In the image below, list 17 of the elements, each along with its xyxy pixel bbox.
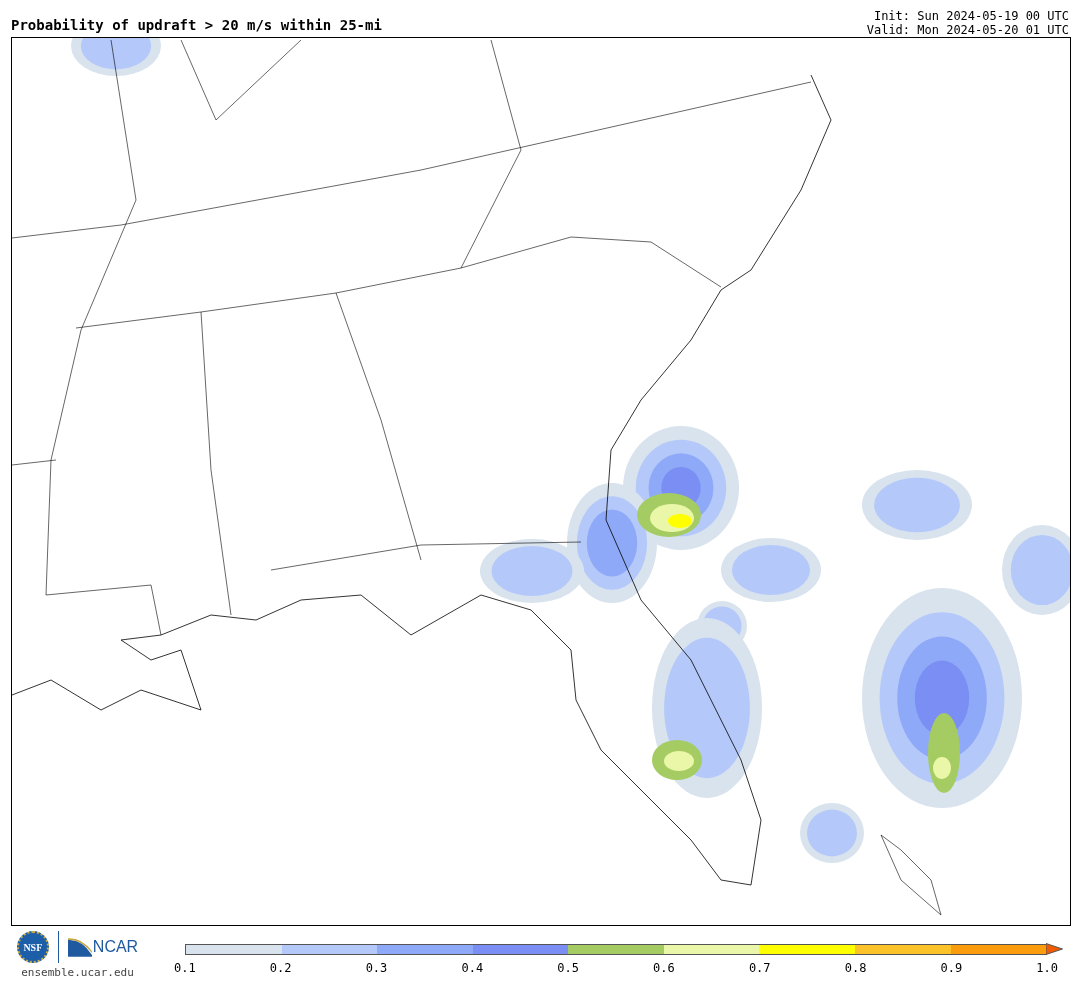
tick-label: 0.2 — [269, 961, 292, 975]
swoosh-icon — [67, 937, 92, 957]
tick-label: 0.9 — [940, 961, 963, 975]
tick-label: 1.0 — [1036, 961, 1058, 975]
tick-label: 0.3 — [365, 961, 388, 975]
tick-label: 0.1 — [174, 961, 196, 975]
nsf-logo: NSF — [16, 931, 49, 963]
ncar-logo: NCAR — [92, 938, 139, 956]
tick-label: 0.8 — [844, 961, 867, 975]
tick-label: 0.4 — [461, 961, 484, 975]
tick-label: 0.7 — [748, 961, 771, 975]
init-time: Init: Sun 2024-05-19 00 UTC — [873, 9, 1069, 23]
tick-label: 0.5 — [557, 961, 579, 975]
chart-title: Probability of updraft > 20 m/s within 25-mi — [11, 16, 382, 34]
valid-time: Valid: Mon 2024-05-20 01 UTC — [866, 23, 1069, 37]
tick-label: 0.6 — [653, 961, 675, 975]
site-url: ensemble.ucar.edu — [21, 966, 134, 979]
